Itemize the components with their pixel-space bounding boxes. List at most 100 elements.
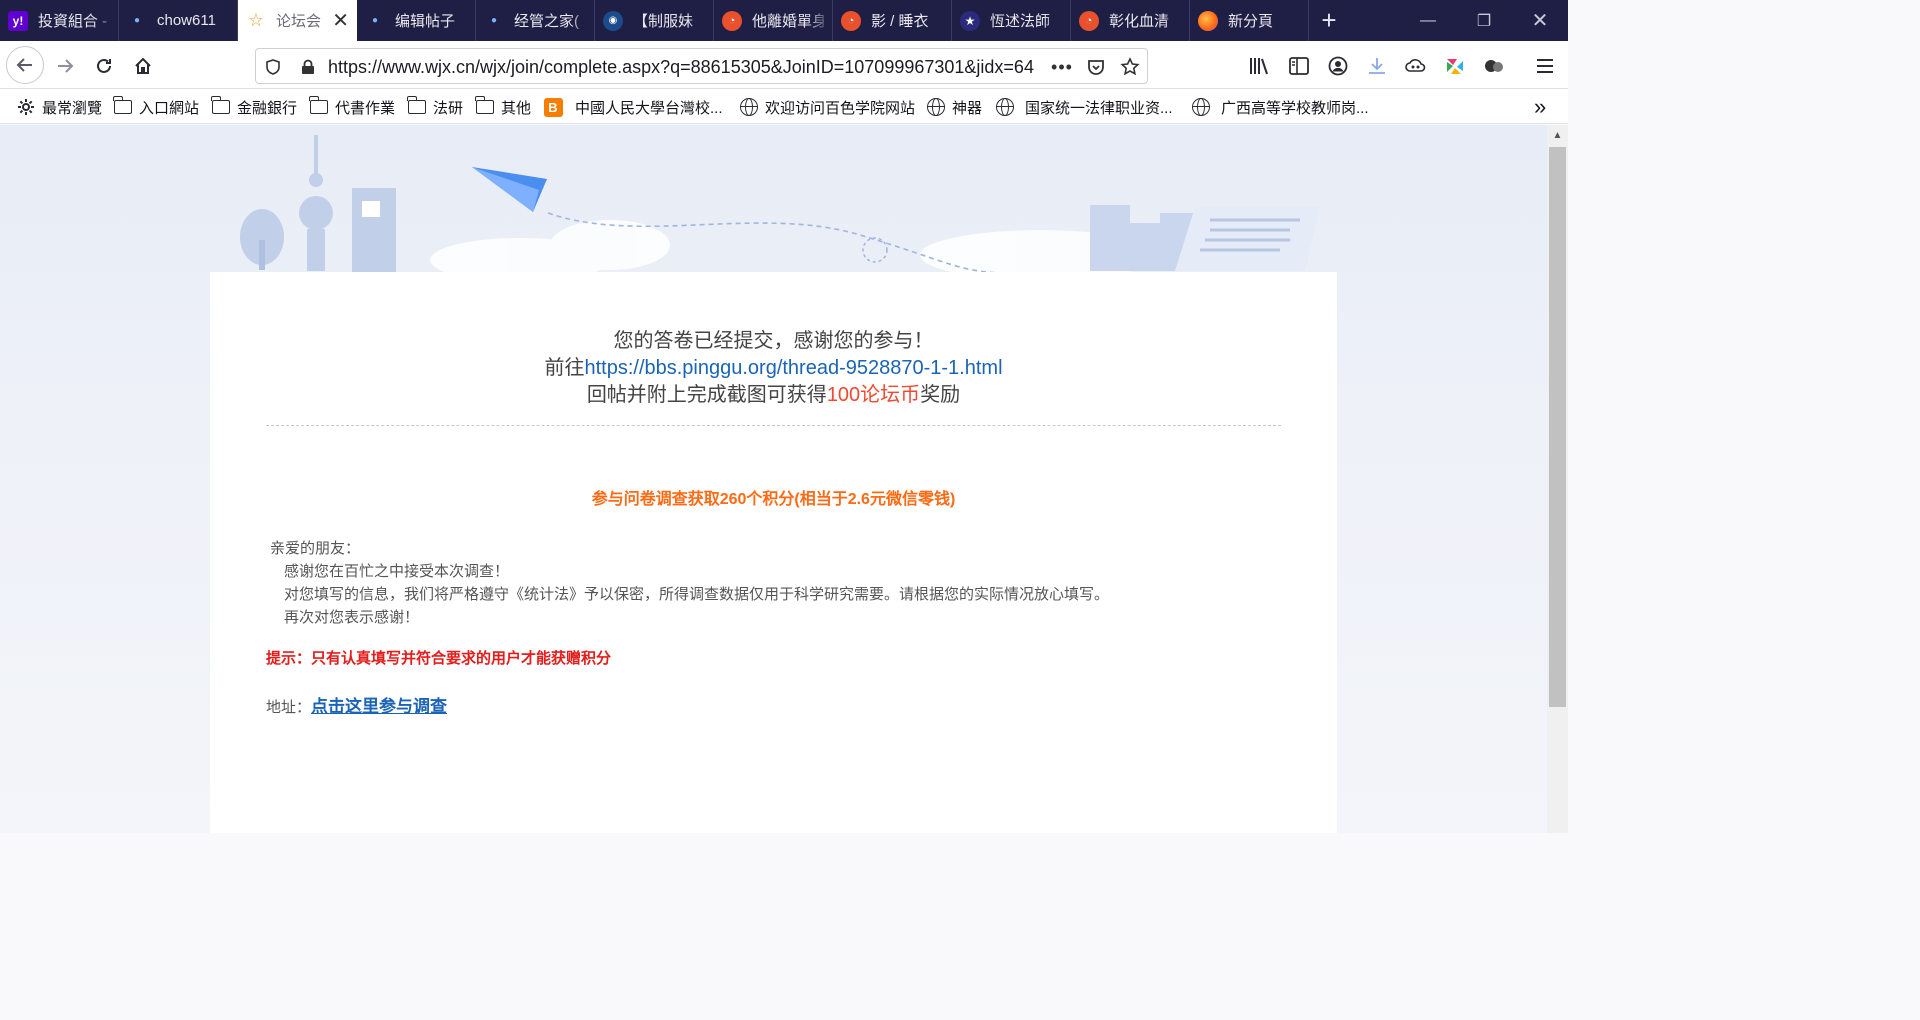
- bookmark-label: 国家统一法律职业资...: [1025, 99, 1173, 117]
- bookmarks-bar: 最常瀏覽 入口網站 金融銀行 代書作業 法研 其他 B 中國人民大學台灣校...…: [0, 89, 1568, 124]
- forum-thread-link[interactable]: https://bbs.pinggu.org/thread-9528870-1-…: [584, 357, 1002, 379]
- forward-button[interactable]: [49, 50, 81, 82]
- header-illustration: [240, 135, 1320, 275]
- bookmark-label: 入口網站: [139, 99, 200, 117]
- tab-forum-active[interactable]: ☆ 论坛会 ✕: [238, 0, 357, 41]
- scroll-up-icon[interactable]: ▲: [1547, 127, 1568, 145]
- red-circle-icon: ◔: [1079, 10, 1099, 31]
- tab-label: 恆述法師: [990, 13, 1051, 30]
- firefox-icon: [1198, 10, 1218, 31]
- tab-label: 新分頁: [1228, 13, 1274, 30]
- more-options-icon[interactable]: •••: [1050, 55, 1074, 79]
- folder-icon: [113, 96, 133, 116]
- tab-master[interactable]: ★ 恆述法師: [952, 0, 1071, 41]
- tab-investment[interactable]: y! 投資組合 -: [0, 0, 119, 41]
- bookmark-label: 欢迎访问百色学院网站: [765, 99, 916, 117]
- folder-icon: [475, 96, 495, 116]
- blogger-icon: B: [543, 97, 563, 117]
- reward-suffix: 奖励: [920, 384, 961, 406]
- gear-icon: [16, 98, 36, 116]
- survey-link[interactable]: 点击这里参与调查: [311, 697, 447, 716]
- bookmark-folder-portal[interactable]: 入口網站: [113, 96, 199, 118]
- bookmark-label: 广西高等学校教师岗...: [1221, 99, 1369, 117]
- extension-color-icon[interactable]: [1442, 53, 1468, 79]
- dot-icon: ●: [490, 15, 498, 26]
- address-bar[interactable]: https://www.wjx.cn/wjx/join/complete.asp…: [255, 48, 1148, 84]
- vertical-scrollbar[interactable]: ▲: [1547, 125, 1568, 833]
- folder-icon: [407, 96, 427, 116]
- restore-icon[interactable]: ❐: [1456, 0, 1512, 41]
- bookmark-folder-scrivener[interactable]: 代書作業: [309, 96, 395, 118]
- submitted-message: 您的答卷已经提交，感谢您的参与！: [613, 330, 934, 352]
- dashed-divider: [266, 425, 1281, 426]
- back-button[interactable]: [6, 46, 44, 84]
- arrow-right-icon: [58, 59, 74, 73]
- scrollbar-thumb[interactable]: [1549, 147, 1566, 707]
- bookmark-law-exam[interactable]: 国家统一法律职业资...: [995, 96, 1173, 118]
- navigation-bar: https://www.wjx.cn/wjx/join/complete.asp…: [0, 41, 1568, 89]
- lock-icon[interactable]: [296, 55, 320, 79]
- window-close-icon[interactable]: ✕: [1512, 0, 1568, 41]
- dot-icon: ●: [371, 15, 379, 26]
- sidebar-icon[interactable]: [1286, 53, 1312, 79]
- bookmark-label: 代書作業: [335, 99, 396, 117]
- tab-edit-post[interactable]: ● 编辑帖子: [357, 0, 476, 41]
- home-icon: [135, 57, 151, 74]
- bookmark-label: 其他: [501, 99, 532, 117]
- bookmark-label: 金融銀行: [237, 99, 298, 117]
- tab-strip: y! 投資組合 - ● chow611 ☆ 论坛会 ✕ ● 编辑帖子 ● 经管之…: [0, 0, 1568, 41]
- red-circle-icon: ◔: [722, 10, 742, 31]
- dot-icon: ●: [133, 15, 141, 26]
- shield-icon[interactable]: [261, 55, 285, 79]
- bookmarks-overflow-icon[interactable]: »: [1534, 94, 1546, 119]
- bookmark-guangxi[interactable]: 广西高等学校教师岗...: [1191, 96, 1369, 118]
- tab-label: 影 / 睡衣: [871, 13, 929, 30]
- bookmark-baise[interactable]: 欢迎访问百色学院网站: [739, 96, 915, 118]
- tab-chow[interactable]: ● chow611: [119, 0, 238, 41]
- bookmark-most-visited[interactable]: 最常瀏覽: [16, 96, 102, 118]
- tab-uniform[interactable]: ◉ 【制服妹: [595, 0, 714, 41]
- intro-line: 对您填写的信息，我们将严格遵守《统计法》予以保密，所得调查数据仅用于科学研究需要…: [284, 586, 1110, 603]
- tip-text: 提示：只有认真填写并符合要求的用户才能获赠积分: [266, 650, 612, 667]
- home-button[interactable]: [127, 50, 159, 82]
- bookmark-label: 中國人民大學台灣校...: [575, 99, 723, 117]
- yahoo-icon: y!: [8, 10, 28, 31]
- reload-icon: [97, 58, 111, 73]
- bookmark-star-icon[interactable]: [1118, 55, 1142, 79]
- reload-button[interactable]: [88, 50, 120, 82]
- star-icon: ★: [960, 10, 980, 31]
- account-icon[interactable]: [1325, 53, 1351, 79]
- close-tab-icon[interactable]: ✕: [332, 8, 349, 33]
- bookmark-label: 最常瀏覽: [42, 99, 103, 117]
- globe-icon: [739, 98, 759, 116]
- url-text[interactable]: https://www.wjx.cn/wjx/join/complete.asp…: [328, 57, 1048, 78]
- minimize-icon[interactable]: —: [1400, 0, 1456, 41]
- bookmark-label: 神器: [952, 99, 983, 117]
- page-content: 您的答卷已经提交，感谢您的参与！ 前往https://bbs.pinggu.or…: [0, 125, 1547, 833]
- new-tab-button[interactable]: +: [1309, 0, 1349, 41]
- library-icon[interactable]: [1247, 53, 1273, 79]
- tab-label: 彰化血清: [1109, 13, 1170, 30]
- extension-balls-icon[interactable]: [1481, 53, 1507, 79]
- address-line: 地址：点击这里参与调查: [266, 692, 447, 717]
- folder-icon: [309, 96, 329, 116]
- menu-icon[interactable]: [1532, 53, 1558, 79]
- bookmark-shenqi[interactable]: 神器: [926, 96, 982, 118]
- tab-pajamas[interactable]: ◔ 影 / 睡衣: [833, 0, 952, 41]
- reward-amount: 100论坛币: [826, 384, 921, 406]
- extension-cloud-icon[interactable]: [1403, 53, 1429, 79]
- bookmark-renmin[interactable]: B 中國人民大學台灣校...: [543, 96, 723, 118]
- bookmark-folder-finance[interactable]: 金融銀行: [211, 96, 297, 118]
- globe-icon: [1191, 98, 1211, 116]
- tab-divorce[interactable]: ◔ 他離婚單身: [714, 0, 833, 41]
- tab-jingguan[interactable]: ● 经管之家(: [476, 0, 595, 41]
- globe-icon: [926, 98, 946, 116]
- download-icon[interactable]: [1364, 53, 1390, 79]
- bookmark-folder-other[interactable]: 其他: [475, 96, 531, 118]
- tab-new[interactable]: 新分頁: [1190, 0, 1309, 41]
- tab-changhua[interactable]: ◔ 彰化血清: [1071, 0, 1190, 41]
- forum-link-line: 前往https://bbs.pinggu.org/thread-9528870-…: [210, 351, 1337, 380]
- pocket-icon[interactable]: [1084, 55, 1108, 79]
- star-outline-icon: ☆: [247, 10, 265, 30]
- bookmark-folder-law[interactable]: 法研: [407, 96, 463, 118]
